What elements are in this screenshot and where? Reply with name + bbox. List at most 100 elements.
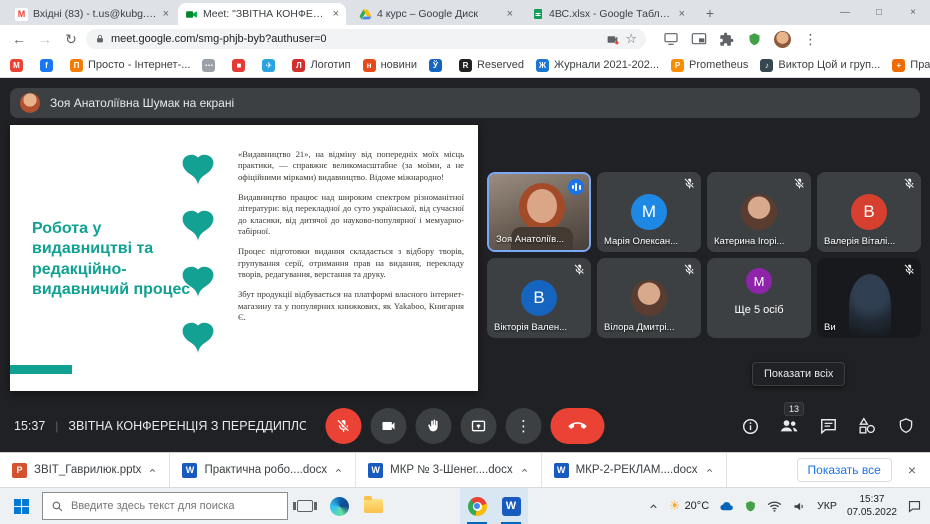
security-shield-icon[interactable] [744,500,757,513]
minimize-button[interactable]: — [828,0,862,25]
more-options-button[interactable]: ⋮ [506,408,542,444]
camera-in-use-icon[interactable] [606,33,619,46]
bookmark-gmail[interactable]: M [10,59,28,72]
video-tile-you[interactable]: Ви [817,258,921,338]
bookmark-prometheus[interactable]: PPrometheus [671,59,748,72]
tab-meet[interactable]: Meet: "ЗВІТНА КОНФЕРЕНЦ..." × [178,3,346,25]
video-tile-valeria[interactable]: В Валерія Віталі... [817,172,921,252]
video-tile-viktoria[interactable]: В Вікторія Вален... [487,258,591,338]
close-button[interactable]: × [896,0,930,25]
bookmark-logotyp[interactable]: ЛЛоготип [292,59,350,72]
bookmark-dots[interactable]: ⋯ [202,59,220,72]
present-screen-button[interactable] [461,408,497,444]
show-everyone-tooltip: Показати всіх [752,362,845,386]
word-file-icon: W [182,463,197,478]
bookmark-u[interactable]: Ў [429,59,447,72]
chat-icon[interactable] [818,416,838,436]
back-button[interactable]: ← [8,28,30,50]
end-call-button[interactable] [551,408,605,444]
action-center-icon[interactable] [907,499,922,514]
mic-muted-button[interactable] [326,408,362,444]
mic-off-icon [903,177,916,190]
bookmark-zhurnaly[interactable]: ЖЖурнали 2021-202... [536,59,659,72]
bookmark-prosto[interactable]: ППросто - Інтернет-... [70,59,190,72]
meeting-details-icon[interactable] [740,416,760,436]
camera-button[interactable] [371,408,407,444]
clock-time: 15:37 [847,493,897,507]
bookmark-telegram[interactable]: ✈ [262,59,280,72]
edge-app-button[interactable] [322,488,356,524]
video-tile-vilora[interactable]: Вілора Дмитрі... [597,258,701,338]
picture-in-picture-icon[interactable] [690,31,707,48]
tab-sheets[interactable]: 4ВС.xlsx - Google Таблиці × [524,3,692,25]
url-text: meet.google.com/smg-phjb-byb?authuser=0 [111,33,600,45]
tab-close-icon[interactable]: × [163,8,169,20]
participants-icon[interactable]: 13 [779,416,799,436]
present-to-screen-icon[interactable] [662,31,679,48]
mic-off-icon [903,263,916,276]
maximize-button[interactable]: □ [862,0,896,25]
download-item[interactable]: P ЗВІТ_Гаврилюк.pptx [0,453,170,487]
forward-button[interactable]: → [34,28,56,50]
chevron-up-icon[interactable] [148,466,157,475]
raise-hand-button[interactable] [416,408,452,444]
taskbar-search[interactable] [42,492,288,520]
adblock-shield-icon[interactable] [746,31,763,48]
extensions-puzzle-icon[interactable] [718,31,735,48]
avatar [741,194,777,230]
video-tile-kateryna[interactable]: Катерина Ігорі... [707,172,811,252]
bookmark-novyny[interactable]: нновини [363,59,417,72]
chevron-up-icon[interactable] [334,466,343,475]
start-button[interactable] [0,488,42,524]
bookmark-pravoslavnye[interactable]: +Православные зна... [892,59,930,72]
bookmark-star-icon[interactable]: ☆ [625,31,637,47]
chrome-app-button[interactable] [460,488,494,524]
chevron-up-icon[interactable] [705,466,714,475]
taskbar-clock[interactable]: 15:37 07.05.2022 [847,493,897,520]
bookmark-favicon: ✈ [262,59,275,72]
tab-drive[interactable]: 4 курс – Google Диск × [352,3,520,25]
download-item[interactable]: W МКР-2-РЕКЛАМ....docx [542,453,727,487]
sun-icon: ☀ [669,498,681,514]
video-tile-maria[interactable]: М Марія Олексан... [597,172,701,252]
bookmark-tsoy[interactable]: ♪Виктор Цой и груп... [760,59,880,72]
bookmark-red-site[interactable]: ■ [232,59,250,72]
video-tile-zoya[interactable]: Зоя Анатоліїв... [487,172,591,252]
hidden-icons-chevron[interactable] [648,501,659,512]
word-file-icon: W [368,463,383,478]
tab-close-icon[interactable]: × [679,8,685,20]
reload-button[interactable]: ↻ [60,28,82,50]
bookmark-reserved[interactable]: RReserved [459,59,524,72]
download-item[interactable]: W МКР № 3-Шенег....docx [356,453,541,487]
word-icon: W [502,497,521,516]
task-view-button[interactable] [288,488,322,524]
new-tab-button[interactable]: + [700,4,720,24]
onedrive-icon[interactable] [719,499,734,514]
task-view-icon [297,500,313,512]
close-downloads-bar-icon[interactable]: × [908,462,916,478]
tab-close-icon[interactable]: × [507,8,513,20]
show-all-downloads-button[interactable]: Показать все [797,458,892,482]
volume-icon[interactable] [792,499,807,514]
tab-title: 4ВС.xlsx - Google Таблиці [549,8,674,20]
wifi-icon[interactable] [767,499,782,514]
tab-gmail[interactable]: M Вхідні (83) - t.us@kubg.edu.ua × [8,3,176,25]
search-input[interactable] [71,500,271,512]
tab-close-icon[interactable]: × [333,8,339,20]
bookmark-facebook[interactable]: f [40,59,58,72]
download-item[interactable]: W Практична робо....docx [170,453,356,487]
browser-menu-icon[interactable]: ⋮ [802,31,819,48]
teal-blob-shape [180,265,216,298]
weather-widget[interactable]: ☀20°C [669,498,709,514]
language-indicator[interactable]: УКР [817,500,837,512]
profile-avatar[interactable] [774,31,791,48]
activities-icon[interactable] [857,416,877,436]
file-explorer-button[interactable] [356,488,390,524]
host-controls-shield-icon[interactable] [896,416,916,436]
chevron-up-icon[interactable] [520,466,529,475]
video-tile-overflow[interactable]: М Ще 5 осіб [707,258,811,338]
mic-off-icon [683,177,696,190]
word-app-button[interactable]: W [494,488,528,524]
bookmark-label: Prometheus [689,59,748,71]
address-bar[interactable]: meet.google.com/smg-phjb-byb?authuser=0 … [86,29,646,49]
